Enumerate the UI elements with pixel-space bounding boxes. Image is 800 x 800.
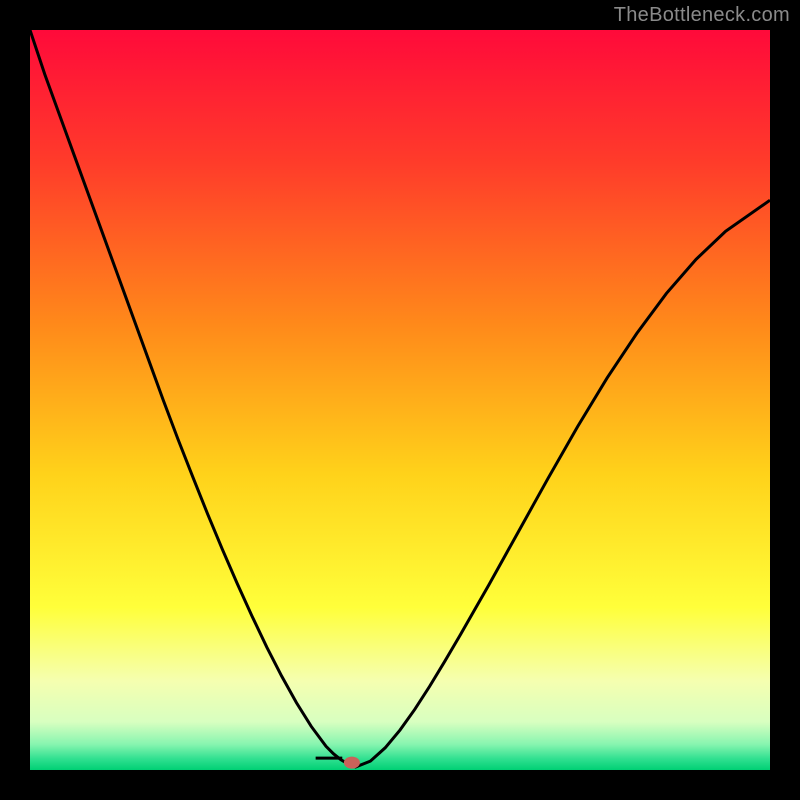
watermark-text: TheBottleneck.com bbox=[614, 4, 790, 27]
chart-frame: TheBottleneck.com bbox=[0, 0, 800, 800]
optimum-marker bbox=[344, 757, 360, 769]
bottleneck-chart bbox=[30, 30, 770, 770]
gradient-background bbox=[30, 30, 770, 770]
